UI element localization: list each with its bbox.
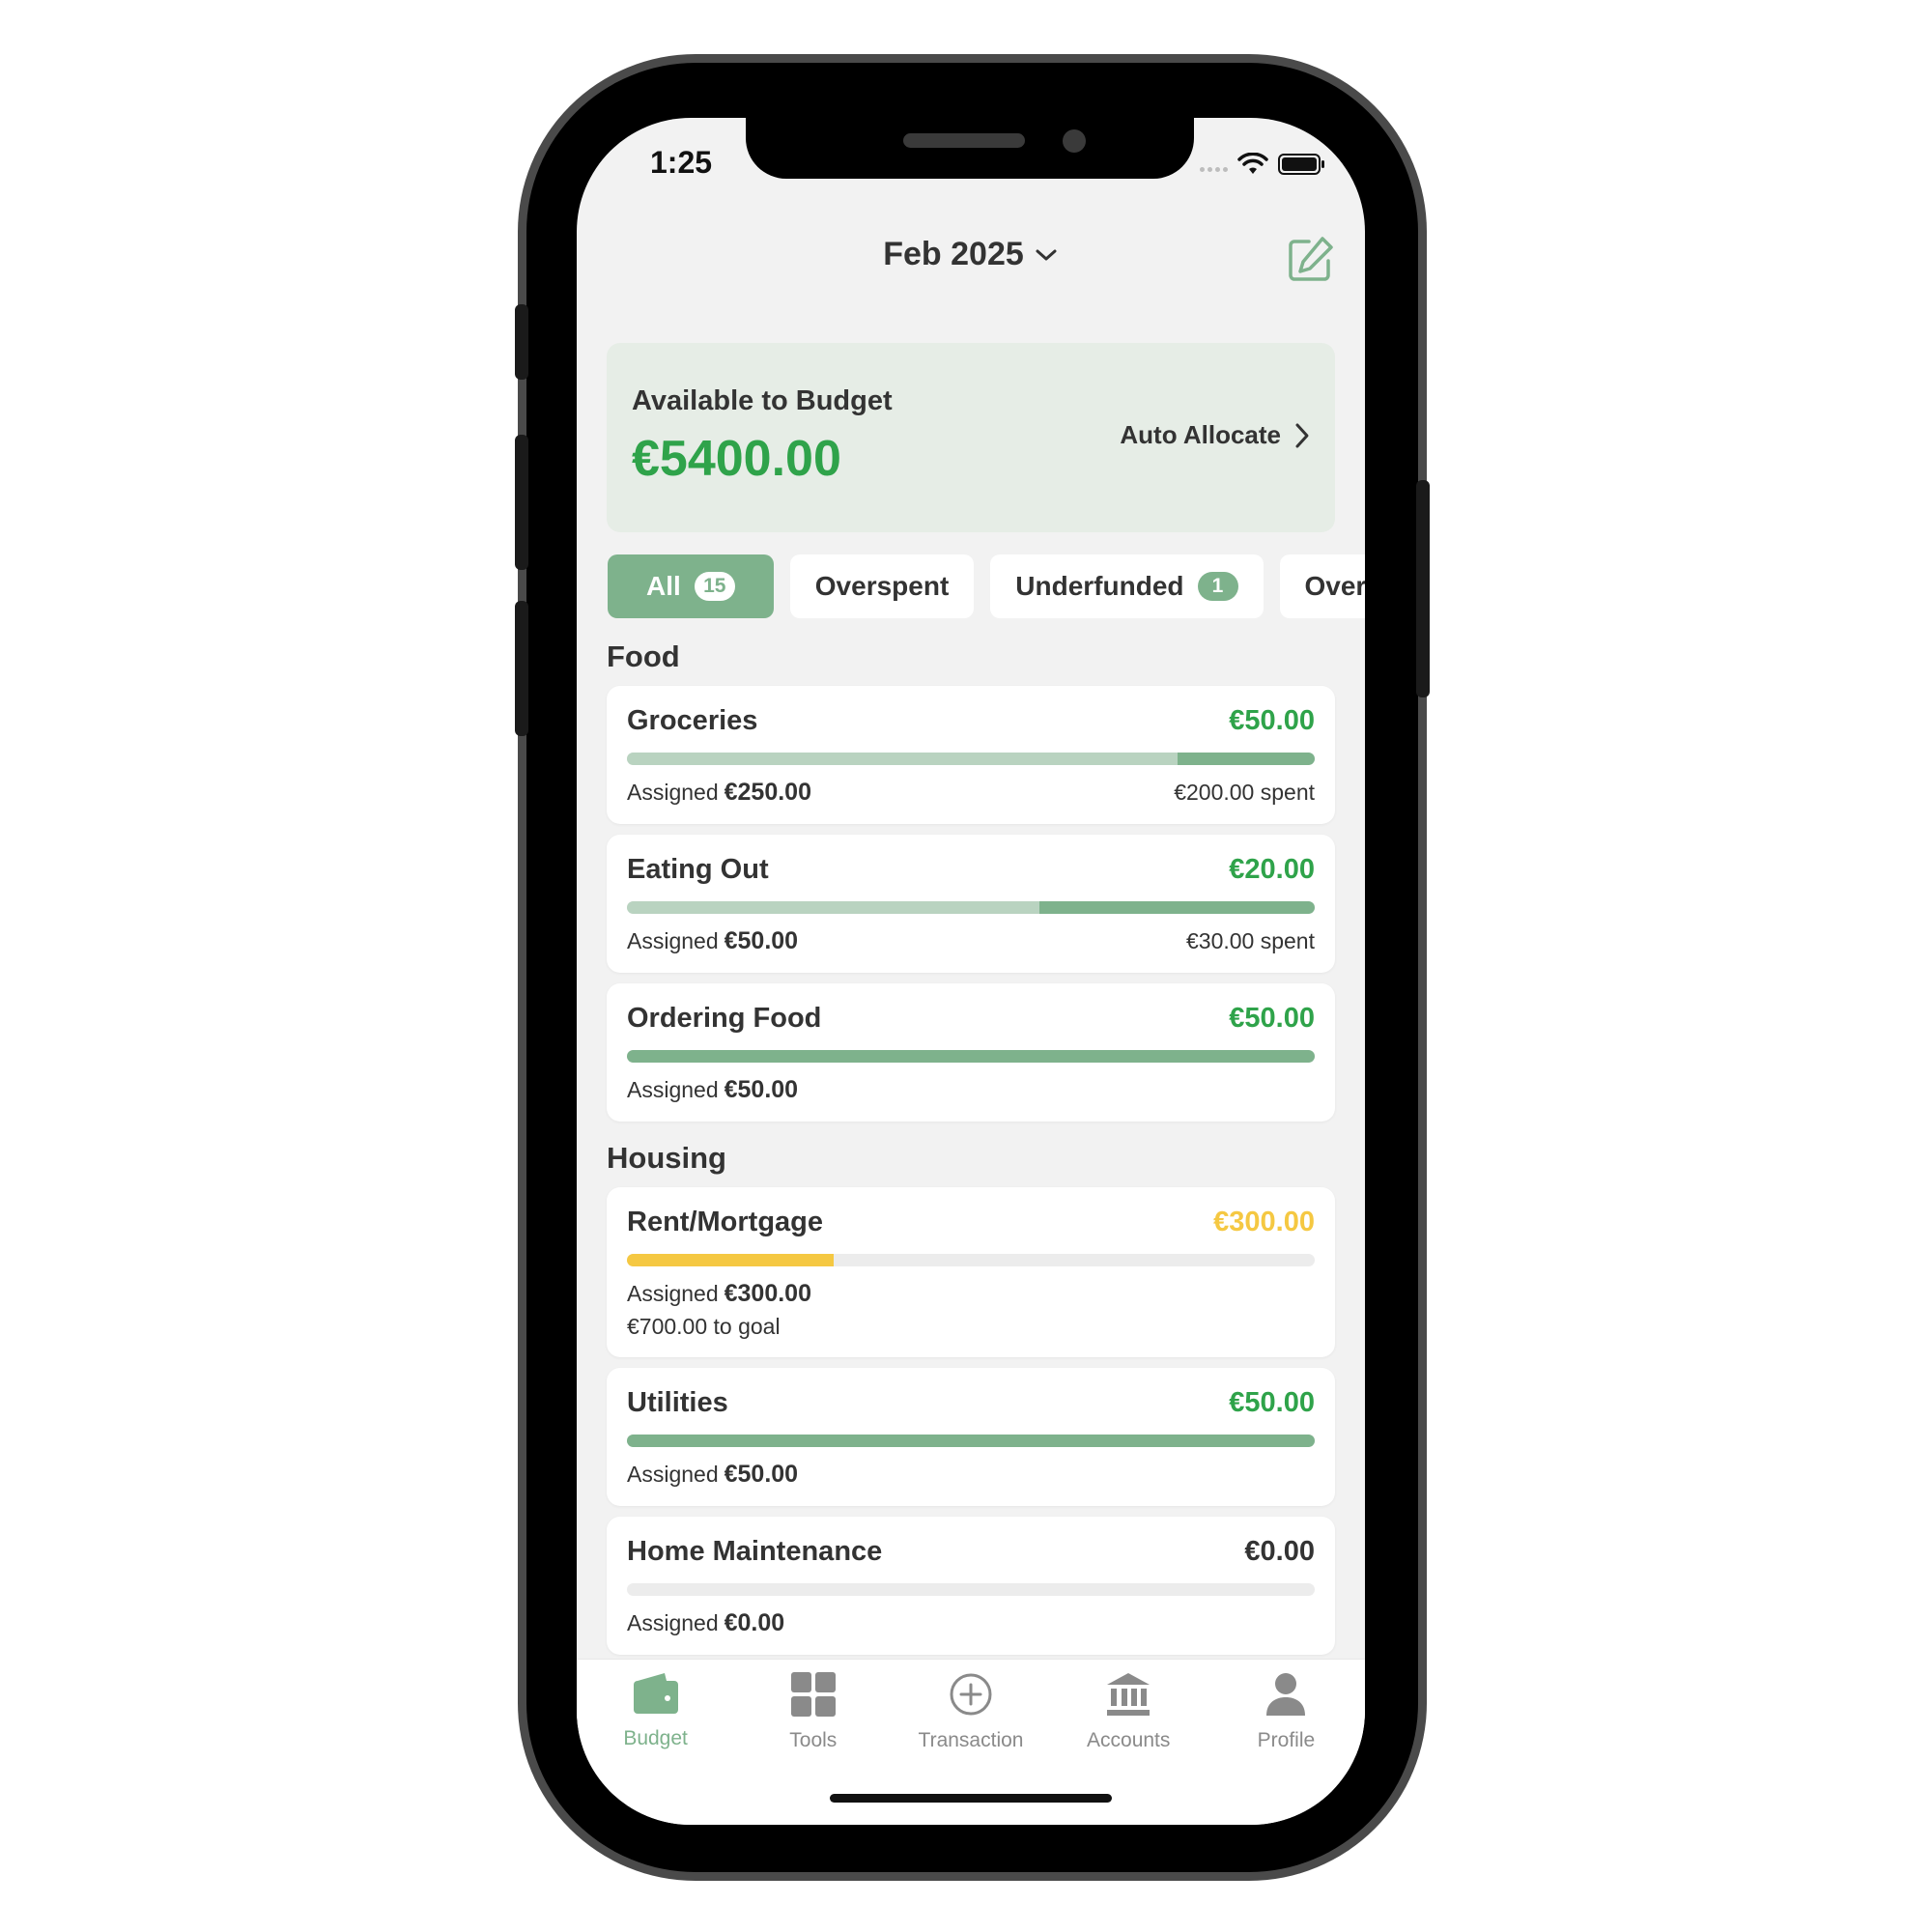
assigned-value: €0.00 — [724, 1609, 785, 1636]
silent-switch — [515, 304, 528, 380]
category-available: €300.00 — [1213, 1207, 1315, 1237]
filter-underfunded-badge: 1 — [1197, 572, 1238, 601]
goal-text: €700.00 to goal — [627, 1314, 781, 1339]
front-camera — [1063, 129, 1086, 153]
volume-up-button — [515, 435, 528, 570]
filter-overspent[interactable]: Overspent — [789, 554, 975, 618]
progress-bar — [627, 1254, 1315, 1266]
filter-all-label: All — [646, 571, 681, 601]
category-available: €0.00 — [1244, 1536, 1315, 1567]
assigned-value: €250.00 — [724, 779, 811, 806]
category-available: €20.00 — [1229, 854, 1315, 885]
filter-all[interactable]: All 15 — [608, 554, 774, 618]
category-card-rent-mortgage[interactable]: Rent/Mortgage €300.00 Assigned €300.00 €7… — [607, 1187, 1335, 1357]
signal-icon — [1200, 166, 1228, 172]
wallet-icon — [633, 1673, 678, 1714]
power-button — [1416, 480, 1430, 697]
tab-label: Profile — [1257, 1729, 1316, 1751]
category-card-utilities[interactable]: Utilities €50.00 Assigned €50.00 — [607, 1368, 1335, 1506]
auto-allocate-label: Auto Allocate — [1120, 420, 1281, 449]
month-label: Feb 2025 — [883, 236, 1024, 272]
assigned-value: €50.00 — [724, 1461, 799, 1488]
chevron-down-icon — [1036, 249, 1057, 260]
assigned-value: €300.00 — [724, 1280, 811, 1307]
budget-list: Food Groceries €50.00 Assigned €250.00 €2… — [607, 639, 1335, 1665]
available-title: Available to Budget — [632, 385, 893, 416]
progress-remaining — [627, 1050, 1315, 1063]
tab-profile[interactable]: Profile — [1208, 1660, 1365, 1825]
category-card-ordering-food[interactable]: Ordering Food €50.00 Assigned €50.00 — [607, 983, 1335, 1122]
status-icons — [1200, 153, 1326, 176]
assigned-label: Assigned — [627, 1610, 719, 1635]
progress-bar — [627, 1050, 1315, 1063]
progress-remaining — [1039, 901, 1315, 914]
category-available: €50.00 — [1229, 1387, 1315, 1418]
spent-text: €30.00 spent — [1185, 928, 1315, 953]
filter-over-label: Over — [1304, 571, 1366, 601]
assigned-label: Assigned — [627, 1281, 719, 1306]
tab-label: Accounts — [1087, 1729, 1171, 1751]
section-title-food: Food — [607, 639, 680, 673]
progress-remaining — [627, 1254, 834, 1266]
progress-remaining — [1177, 753, 1315, 765]
filter-underfunded-label: Underfunded — [1015, 571, 1184, 601]
notch — [746, 118, 1194, 179]
assigned-label: Assigned — [627, 1077, 719, 1102]
progress-bar — [627, 753, 1315, 765]
volume-down-button — [515, 601, 528, 736]
section-title-housing: Housing — [607, 1141, 726, 1175]
assigned-value: €50.00 — [724, 927, 799, 954]
chevron-right-icon — [1295, 423, 1309, 447]
speaker — [903, 133, 1025, 148]
grid-icon — [790, 1672, 836, 1717]
person-icon — [1266, 1673, 1306, 1716]
category-name: Home Maintenance — [627, 1536, 883, 1567]
progress-bar — [627, 1435, 1315, 1447]
assigned-label: Assigned — [627, 928, 719, 953]
available-to-budget-card: Available to Budget €5400.00 Auto Alloca… — [607, 343, 1335, 532]
progress-bar — [627, 1583, 1315, 1596]
progress-bar — [627, 901, 1315, 914]
edit-icon — [1289, 237, 1333, 281]
available-amount: €5400.00 — [632, 431, 841, 487]
category-name: Eating Out — [627, 854, 769, 885]
category-card-home-maintenance[interactable]: Home Maintenance €0.00 Assigned €0.00 — [607, 1517, 1335, 1655]
progress-spent — [627, 753, 1178, 765]
filter-chips: All 15 Overspent Underfunded 1 Over — [608, 554, 1365, 618]
filter-overspent-label: Overspent — [814, 571, 950, 601]
tab-label: Transaction — [918, 1729, 1024, 1751]
filter-underfunded[interactable]: Underfunded 1 — [990, 554, 1264, 618]
status-time: 1:25 — [650, 145, 713, 180]
assigned-label: Assigned — [627, 1462, 719, 1487]
category-card-eating-out[interactable]: Eating Out €20.00 Assigned €50.00 €30.00 … — [607, 835, 1335, 973]
wifi-icon — [1237, 153, 1268, 174]
spent-text: €200.00 spent — [1174, 780, 1315, 805]
filter-all-badge: 15 — [694, 572, 735, 601]
category-name: Utilities — [627, 1387, 728, 1418]
tab-label: Budget — [623, 1727, 688, 1749]
category-available: €50.00 — [1229, 705, 1315, 736]
plus-circle-icon — [950, 1673, 992, 1716]
edit-button[interactable] — [1284, 234, 1336, 286]
bank-icon — [1107, 1673, 1151, 1716]
category-available: €50.00 — [1229, 1003, 1315, 1034]
category-name: Ordering Food — [627, 1003, 822, 1034]
tab-label: Tools — [789, 1729, 838, 1751]
tab-budget[interactable]: Budget — [577, 1660, 734, 1825]
progress-remaining — [627, 1435, 1315, 1447]
category-name: Rent/Mortgage — [627, 1207, 823, 1237]
progress-spent — [627, 901, 1040, 914]
battery-icon — [1278, 154, 1324, 175]
screen: 1:25 Feb 2025 Available to Budget €5400.… — [577, 118, 1365, 1825]
auto-allocate-button[interactable]: Auto Allocate — [1120, 420, 1310, 450]
home-indicator — [830, 1794, 1112, 1803]
filter-over[interactable]: Over — [1279, 554, 1366, 618]
assigned-value: €50.00 — [724, 1076, 799, 1103]
month-selector[interactable]: Feb 2025 — [577, 236, 1365, 273]
category-name: Groceries — [627, 705, 758, 736]
assigned-label: Assigned — [627, 780, 719, 805]
category-card-groceries[interactable]: Groceries €50.00 Assigned €250.00 €200.00… — [607, 686, 1335, 824]
